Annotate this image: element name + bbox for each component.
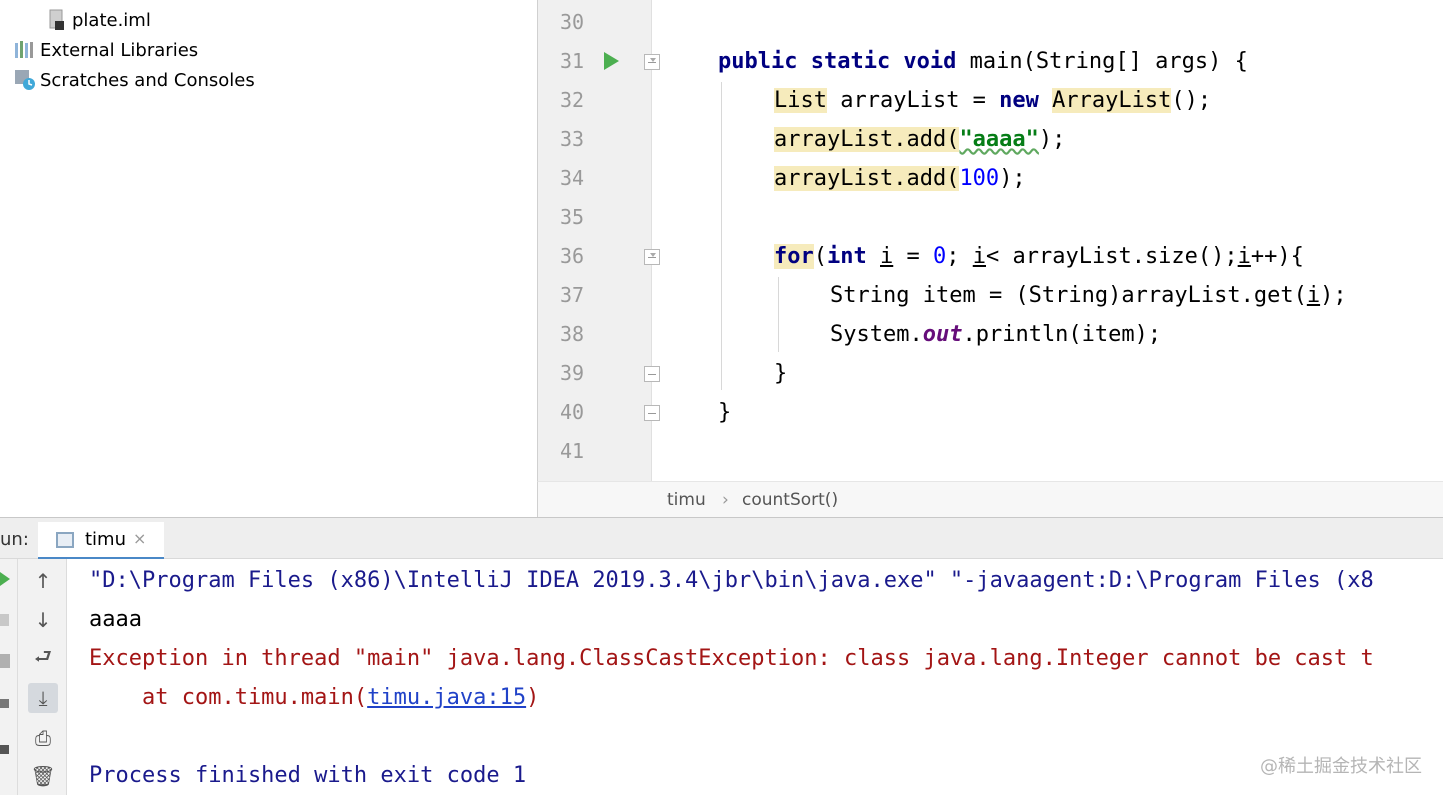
line-number: 30 (560, 10, 585, 34)
line-number: 37 (560, 283, 585, 307)
fold-toggle-icon[interactable] (644, 405, 660, 421)
project-tree: plate.iml External Libraries Scratches a… (0, 0, 537, 517)
soft-wrap-icon[interactable]: ⮐ (28, 644, 58, 674)
code-line-31[interactable]: public static void main(String[] args) { (718, 42, 1248, 81)
breadcrumb-separator: › (722, 490, 729, 510)
code-line-39[interactable]: } (774, 354, 787, 393)
scratches-icon (14, 69, 36, 91)
scroll-to-end-icon[interactable]: ⤓ (28, 683, 58, 713)
breadcrumb-class[interactable]: timu (667, 490, 706, 510)
stacktrace-link[interactable]: timu.java:15 (367, 685, 526, 710)
line-number: 39 (560, 361, 585, 385)
run-panel-header: un: timu × (0, 517, 1443, 560)
line-number: 33 (560, 127, 585, 151)
console-tab-icon (56, 532, 74, 548)
code-line-40[interactable]: } (718, 393, 731, 432)
run-toolbar: ↑ ↓ ⮐ ⤓ ⎙ 🗑 (18, 559, 67, 795)
code-line-33[interactable]: arrayList.add("aaaa"); (774, 120, 1065, 159)
iml-file-icon (46, 9, 68, 31)
line-number: 36 (560, 244, 585, 268)
console-line-command: "D:\Program Files (x86)\IntelliJ IDEA 20… (89, 568, 1374, 593)
close-icon[interactable]: × (133, 529, 146, 548)
run-gutter-icon[interactable] (604, 52, 619, 70)
tree-item-label: plate.iml (72, 9, 151, 31)
console-output[interactable]: "D:\Program Files (x86)\IntelliJ IDEA 20… (67, 559, 1443, 795)
console-line-output: aaaa (89, 607, 142, 632)
fold-toggle-icon[interactable] (644, 249, 660, 265)
run-label: un: (0, 529, 29, 550)
code-editor[interactable]: 30 31 32 33 34 35 36 37 38 39 40 41 publ… (537, 0, 1443, 481)
fold-toggle-icon[interactable] (644, 366, 660, 382)
down-arrow-icon[interactable]: ↓ (28, 605, 58, 635)
watermark: @稀土掘金技术社区 (1260, 756, 1422, 777)
tree-item-plate-iml[interactable]: plate.iml (46, 5, 151, 35)
code-line-32[interactable]: List arrayList = new ArrayList(); (774, 81, 1211, 120)
code-line-36[interactable]: for(int i = 0; i< arrayList.size();i++){ (774, 237, 1304, 276)
editor-gutter: 30 31 32 33 34 35 36 37 38 39 40 41 (538, 0, 660, 481)
line-number: 38 (560, 322, 585, 346)
tab-label: timu (85, 529, 127, 550)
breadcrumb: timu › countSort() (537, 481, 1443, 517)
print-icon[interactable]: ⎙ (28, 723, 58, 753)
console-line-stacktrace: at com.timu.main(timu.java:15) (89, 685, 540, 710)
code-line-34[interactable]: arrayList.add(100); (774, 159, 1026, 198)
library-icon (14, 39, 36, 61)
rerun-icon[interactable] (0, 559, 18, 795)
run-side-strip (0, 559, 18, 795)
breadcrumb-method[interactable]: countSort() (742, 490, 838, 510)
indent-guide (778, 277, 779, 352)
line-number: 31 (560, 49, 585, 73)
up-arrow-icon[interactable]: ↑ (28, 566, 58, 596)
line-number: 32 (560, 88, 585, 112)
line-number: 34 (560, 166, 585, 190)
trash-icon[interactable]: 🗑 (28, 761, 58, 791)
line-number: 41 (560, 439, 585, 463)
run-tab-timu[interactable]: timu × (38, 522, 164, 560)
console-line-exception: Exception in thread "main" java.lang.Cla… (89, 646, 1374, 671)
fold-toggle-icon[interactable] (644, 54, 660, 70)
tree-item-label: External Libraries (40, 39, 199, 61)
line-number: 35 (560, 205, 585, 229)
tree-item-external-libraries[interactable]: External Libraries (14, 35, 198, 65)
tree-item-label: Scratches and Consoles (40, 69, 255, 91)
code-line-38[interactable]: System.out.println(item); (830, 315, 1161, 354)
code-line-37[interactable]: String item = (String)arrayList.get(i); (830, 276, 1347, 315)
line-number: 40 (560, 400, 585, 424)
tree-item-scratches[interactable]: Scratches and Consoles (14, 65, 255, 95)
console-line-exit: Process finished with exit code 1 (89, 763, 527, 788)
indent-guide (721, 82, 722, 390)
